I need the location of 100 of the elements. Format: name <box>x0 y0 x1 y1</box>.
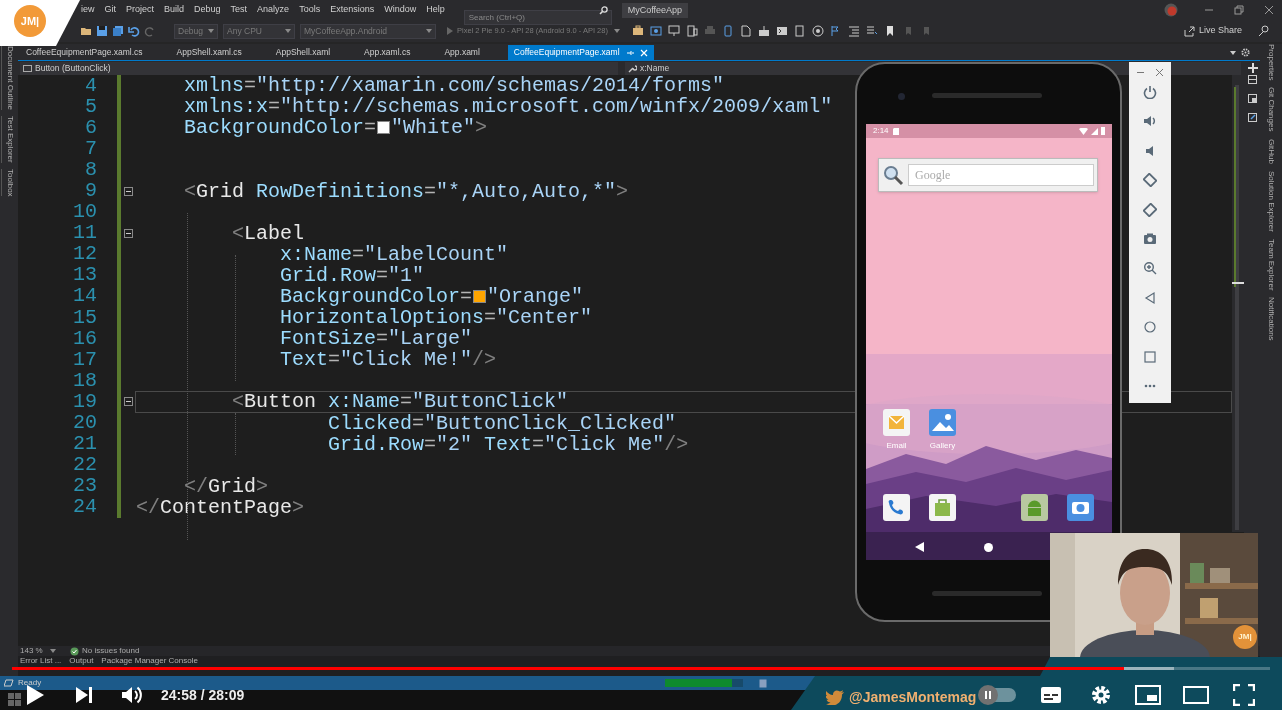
tool-window-tab[interactable]: Notifications <box>1263 297 1279 341</box>
pause-icon <box>984 691 992 699</box>
notification-icon[interactable] <box>759 678 768 688</box>
editor-tab[interactable]: CoffeeEquipmentPage.xaml.cs <box>20 45 149 60</box>
monitor-icon[interactable] <box>667 25 680 37</box>
status-time: 2:14 <box>873 125 889 137</box>
tool-window-tab[interactable]: Toolbox <box>0 168 18 197</box>
menu-item[interactable]: iew <box>76 3 100 17</box>
subtitles-icon[interactable] <box>1040 686 1062 704</box>
collapse-icon[interactable] <box>123 186 133 196</box>
google-search-widget[interactable]: Google <box>878 158 1098 192</box>
volume-up-icon[interactable] <box>1143 114 1157 129</box>
phone-icon[interactable] <box>721 25 734 37</box>
menu-item[interactable]: Tools <box>294 3 326 17</box>
camera-icon[interactable] <box>649 25 662 37</box>
editor-tab[interactable]: AppShell.xaml.cs <box>170 45 248 60</box>
code-text: Clicked="ButtonClick_Clicked" <box>327 412 677 434</box>
status-icon <box>4 679 14 687</box>
redo-icon[interactable] <box>144 25 156 37</box>
briefcase-icon[interactable] <box>631 25 644 37</box>
settings-icon[interactable] <box>1241 48 1250 57</box>
next-icon[interactable] <box>75 686 93 704</box>
tool-window-tab[interactable]: Package Manager Console <box>101 656 198 665</box>
camera-icon[interactable] <box>1143 231 1157 246</box>
scrollbar[interactable] <box>1232 75 1244 532</box>
bird-icon <box>826 690 844 705</box>
live-share-button[interactable]: Live Share <box>1183 24 1242 38</box>
editor-tab[interactable]: CoffeeEquipmentPage.xaml <box>507 45 654 60</box>
tablet-icon[interactable] <box>685 25 698 37</box>
collapse-icon[interactable] <box>123 228 133 238</box>
menu-item[interactable]: Extensions <box>325 3 380 17</box>
code-text: Grid.Row="2" Text="Click Me"/> <box>327 433 689 455</box>
folder-icon[interactable] <box>80 25 92 37</box>
tool-window-tab[interactable]: Output <box>69 656 94 665</box>
theater-mode-icon[interactable] <box>1183 686 1209 704</box>
feedback-icon[interactable] <box>1258 25 1270 37</box>
tool-window-tab[interactable]: Error List ... <box>20 656 62 665</box>
pin-icon[interactable] <box>625 48 634 57</box>
search-field[interactable]: Search (Ctrl+Q) <box>463 9 612 25</box>
solution-name: MyCoffeeApp <box>621 2 689 18</box>
caret-icon[interactable] <box>613 29 620 33</box>
editor-tab[interactable]: AppShell.xaml <box>269 45 337 60</box>
code-text: xmlns:x="http://schemas.microsoft.com/winfx/2009/xaml" <box>183 96 833 118</box>
close-icon[interactable] <box>1156 68 1163 76</box>
front-camera <box>898 93 905 100</box>
split-icon[interactable] <box>1248 63 1258 73</box>
collapse-icon[interactable] <box>123 397 133 407</box>
tool-window-tab[interactable]: Properties <box>1263 44 1279 81</box>
tool-window-tab[interactable]: Test Explorer <box>0 116 18 163</box>
rotate-left-icon[interactable] <box>1143 173 1157 188</box>
windows-logo-icon[interactable] <box>8 693 22 707</box>
code-text: BackgroundColor= <box>183 117 377 139</box>
window-icon[interactable] <box>1247 94 1257 103</box>
settings-icon[interactable] <box>1090 684 1112 706</box>
undo-icon[interactable] <box>128 25 140 37</box>
caret-icon[interactable] <box>285 29 291 33</box>
tool-window-tab[interactable]: Team Explorer <box>1263 238 1279 291</box>
fullscreen-icon[interactable] <box>1233 684 1255 706</box>
member-dropdown[interactable]: Button (ButtonClick) <box>20 61 618 75</box>
terminal-icon[interactable] <box>775 25 788 37</box>
popout-icon[interactable] <box>1247 113 1257 122</box>
indent-icon[interactable] <box>847 25 860 37</box>
tool-window-tab[interactable]: Git Changes <box>1263 87 1279 132</box>
menu-item[interactable]: Window <box>379 3 422 17</box>
dropdown-caret-icon[interactable] <box>1229 48 1237 57</box>
target-icon[interactable] <box>811 25 824 37</box>
save-all-icon[interactable] <box>112 25 124 37</box>
code-text: Text="Click Me!"/> <box>279 349 497 371</box>
menu-item[interactable]: Git <box>99 3 122 17</box>
power-icon[interactable] <box>1143 85 1157 99</box>
caret-icon[interactable] <box>426 29 432 33</box>
account-avatar-icon[interactable] <box>1164 3 1178 17</box>
tool-window-tab[interactable]: Solution Explorer <box>1263 170 1279 232</box>
zoom-dropdown[interactable]: 143 % <box>20 645 60 657</box>
menu-item[interactable]: Build <box>159 3 190 17</box>
save-icon[interactable] <box>96 25 108 37</box>
device-icon[interactable] <box>793 25 806 37</box>
autoplay-toggle[interactable] <box>980 688 1016 702</box>
menu-item[interactable]: Debug <box>189 3 226 17</box>
twitter-handle: @JamesMontemag <box>849 688 977 707</box>
code-text: Grid.Row="1" <box>279 264 425 286</box>
wifi-icon <box>1079 127 1088 135</box>
menu-item[interactable]: Test <box>225 3 253 17</box>
caret-icon[interactable] <box>208 29 214 33</box>
rotate-right-icon[interactable] <box>1143 202 1157 217</box>
menu-item[interactable]: Analyze <box>252 3 295 17</box>
editor-tab[interactable]: App.xaml <box>438 45 486 60</box>
restore-icon[interactable] <box>1234 5 1244 15</box>
miniplayer-icon[interactable] <box>1135 685 1161 705</box>
caret-icon[interactable] <box>50 649 56 653</box>
code-text: <Label <box>231 222 305 244</box>
close-icon[interactable] <box>1264 5 1274 15</box>
menu-item[interactable]: Help <box>421 3 450 17</box>
split-view-icon[interactable] <box>1247 75 1257 84</box>
tool-window-tab[interactable]: GitHub <box>1263 138 1279 164</box>
menu-item[interactable]: Project <box>121 3 160 17</box>
volume-icon[interactable] <box>121 685 143 705</box>
editor-tab[interactable]: App.xaml.cs <box>358 45 417 60</box>
zoom-in-icon[interactable] <box>1143 261 1157 276</box>
comment-icon[interactable] <box>865 25 878 37</box>
